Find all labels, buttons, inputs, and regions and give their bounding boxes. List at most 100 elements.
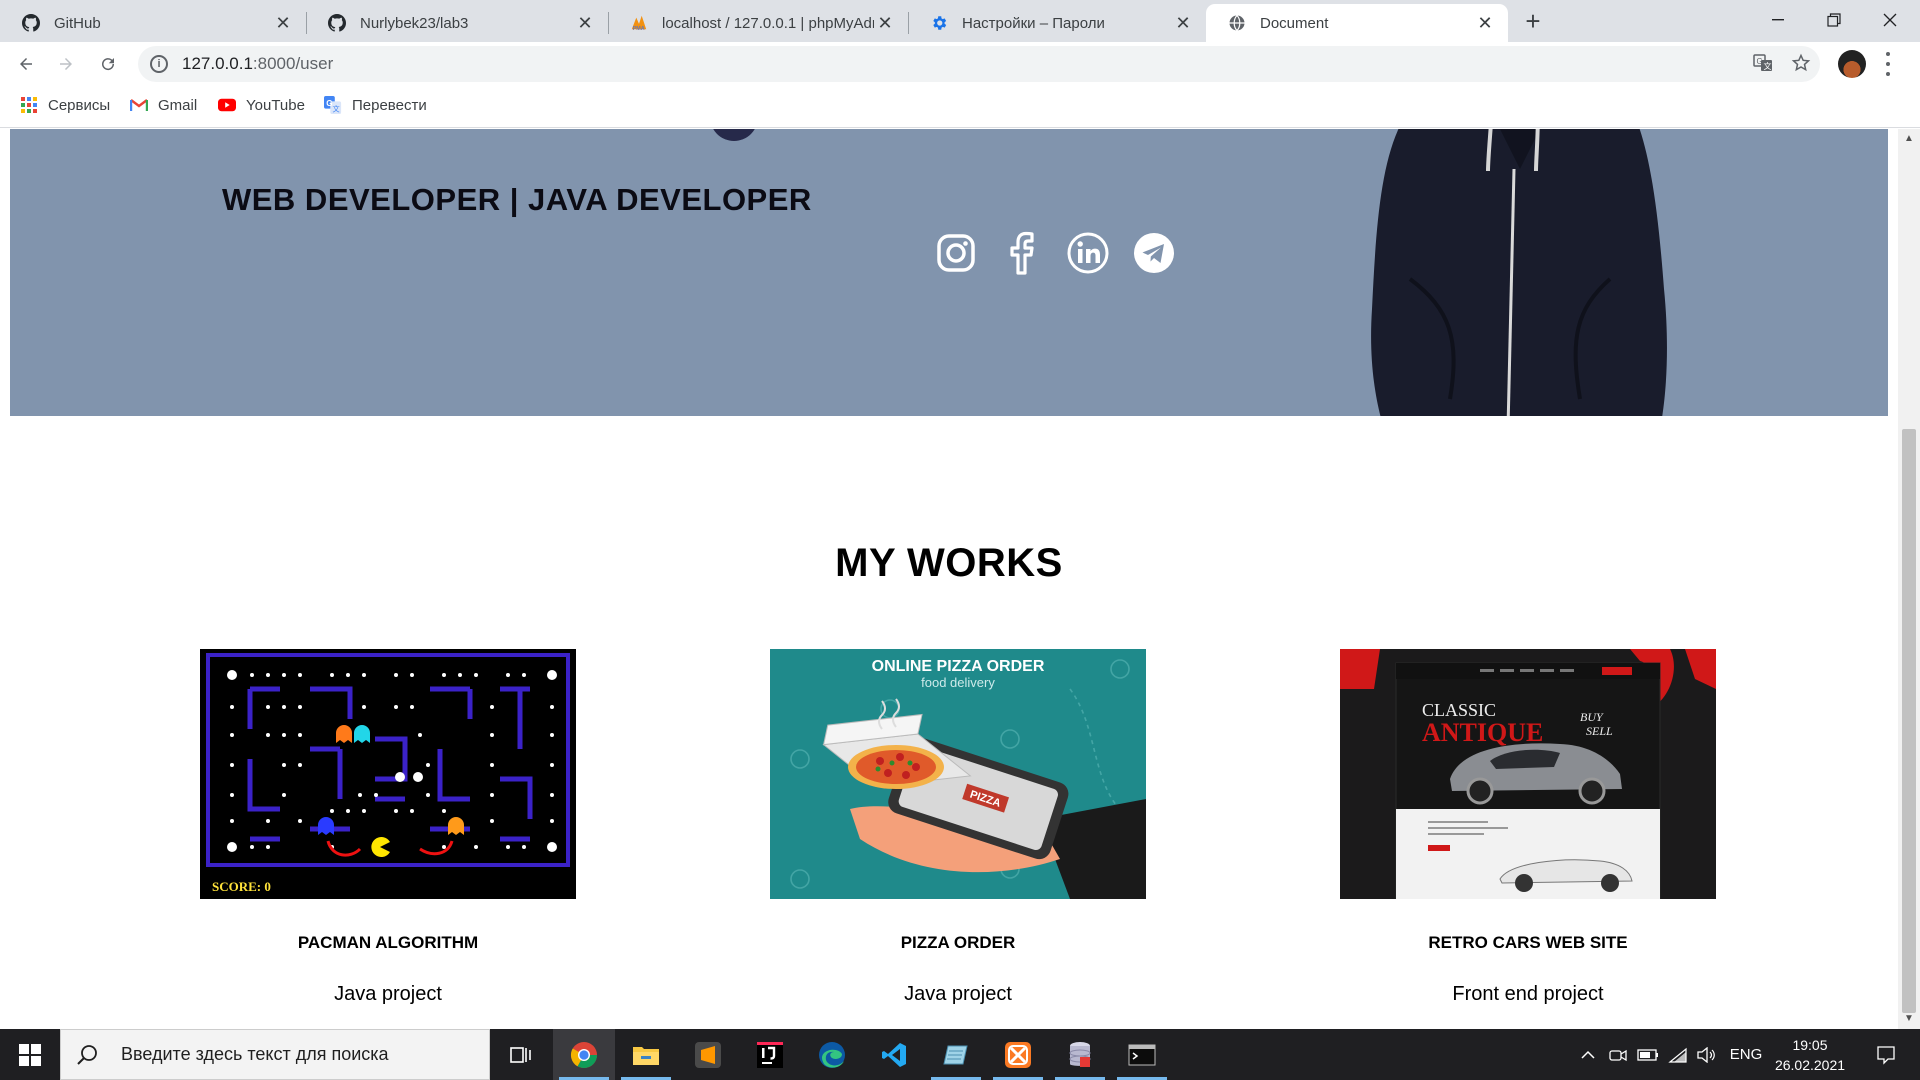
minimize-button[interactable] bbox=[1750, 0, 1806, 40]
meet-now-icon[interactable] bbox=[1604, 1029, 1632, 1080]
tab-title: GitHub bbox=[54, 14, 101, 32]
svg-text:文: 文 bbox=[1764, 61, 1772, 71]
close-icon[interactable]: ✕ bbox=[1474, 12, 1496, 34]
bookmark-label: Сервисы bbox=[48, 96, 111, 114]
work-name: PACMAN ALGORITHM bbox=[297, 933, 479, 952]
pacman-screenshot[interactable]: SCORE: 0 bbox=[200, 649, 576, 899]
file-explorer-icon[interactable] bbox=[615, 1029, 677, 1080]
bookmark-gmail[interactable]: Gmail bbox=[130, 96, 197, 114]
gmail-icon bbox=[130, 96, 148, 114]
close-icon[interactable]: ✕ bbox=[574, 12, 596, 34]
url-text: 127.0.0.1:8000/user bbox=[182, 54, 333, 74]
work-card-retro-cars[interactable]: CLASSIC ANTIQUE BUY SELL RETRO CARS WEB … bbox=[1340, 649, 1716, 1006]
bookmark-translate[interactable]: G文 Перевести bbox=[324, 96, 427, 114]
scrollbar-thumb[interactable] bbox=[1902, 429, 1916, 1013]
linkedin-icon[interactable] bbox=[1066, 231, 1110, 275]
close-icon[interactable]: ✕ bbox=[874, 12, 896, 34]
language-indicator[interactable]: ENG bbox=[1724, 1029, 1768, 1080]
task-view-icon[interactable] bbox=[490, 1029, 552, 1080]
url-path: :8000/user bbox=[252, 54, 334, 73]
work-name: PIZZA ORDER bbox=[900, 933, 1016, 952]
intellij-icon[interactable] bbox=[739, 1029, 801, 1080]
address-bar[interactable]: i 127.0.0.1:8000/user bbox=[138, 46, 1820, 82]
svg-text:G: G bbox=[326, 99, 332, 108]
show-hidden-icons-icon[interactable] bbox=[1574, 1029, 1602, 1080]
facebook-icon[interactable] bbox=[1000, 231, 1044, 275]
back-button[interactable] bbox=[10, 48, 42, 80]
translate-page-icon[interactable]: G文 bbox=[1748, 48, 1778, 78]
retro-classic-text: CLASSIC bbox=[1422, 700, 1496, 720]
windows-taskbar: Введите здесь текст для поиска ENG 19:05… bbox=[0, 1029, 1920, 1080]
scroll-down-arrow-icon[interactable]: ▼ bbox=[1904, 1013, 1914, 1024]
page-viewport: WEB DEVELOPER | JAVA DEVELOPER MY WORKS … bbox=[0, 129, 1898, 1029]
youtube-icon bbox=[218, 96, 236, 114]
sublime-text-icon[interactable] bbox=[677, 1029, 739, 1080]
bookmark-services[interactable]: Сервисы bbox=[20, 96, 110, 114]
taskbar-clock[interactable]: 19:05 26.02.2021 bbox=[1770, 1035, 1850, 1075]
bookmark-star-icon[interactable] bbox=[1786, 48, 1816, 78]
tab-title: Document bbox=[1260, 14, 1329, 32]
forward-button[interactable] bbox=[50, 48, 82, 80]
work-type: Front end project bbox=[1452, 983, 1604, 1005]
retro-buy-text: BUY bbox=[1580, 710, 1604, 724]
notifications-icon[interactable] bbox=[1866, 1029, 1906, 1080]
profile-photo bbox=[1370, 129, 1670, 416]
edge-icon[interactable] bbox=[801, 1029, 863, 1080]
wifi-icon[interactable] bbox=[1664, 1029, 1692, 1080]
hero-section: WEB DEVELOPER | JAVA DEVELOPER bbox=[10, 129, 1888, 416]
apps-grid-icon bbox=[20, 96, 38, 114]
vscode-icon[interactable] bbox=[863, 1029, 925, 1080]
clock-date: 26.02.2021 bbox=[1774, 1057, 1846, 1073]
search-placeholder: Введите здесь текст для поиска bbox=[121, 1044, 389, 1064]
page-scrollbar[interactable]: ▲ ▼ bbox=[1898, 129, 1920, 1029]
work-card-pizza[interactable]: ONLINE PIZZA ORDER food delivery PIZZA P… bbox=[770, 649, 1146, 1006]
tab-github[interactable]: GitHub ✕ bbox=[0, 4, 306, 42]
phpmyadmin-icon: PMA bbox=[630, 14, 648, 32]
pizza-image-sub: food delivery bbox=[921, 675, 995, 690]
pacman-score: SCORE: 0 bbox=[212, 879, 271, 894]
settings-gear-icon bbox=[930, 14, 948, 32]
tab-phpmyadmin[interactable]: PMA localhost / 127.0.0.1 | phpMyAdm ✕ bbox=[608, 4, 908, 42]
notepad-icon[interactable] bbox=[925, 1029, 987, 1080]
hero-heading-fragment bbox=[710, 129, 758, 141]
svg-text:PMA: PMA bbox=[633, 26, 645, 32]
work-card-pacman[interactable]: SCORE: 0 PACMAN ALGORITHM Java project bbox=[200, 649, 576, 1006]
pizza-order-illustration[interactable]: ONLINE PIZZA ORDER food delivery PIZZA bbox=[770, 649, 1146, 899]
scroll-up-arrow-icon[interactable]: ▲ bbox=[1904, 133, 1914, 144]
terminal-icon[interactable] bbox=[1111, 1029, 1173, 1080]
retro-cars-screenshot[interactable]: CLASSIC ANTIQUE BUY SELL bbox=[1340, 649, 1716, 899]
url-host: 127.0.0.1 bbox=[182, 54, 253, 73]
close-icon[interactable]: ✕ bbox=[1172, 12, 1194, 34]
xampp-icon[interactable] bbox=[987, 1029, 1049, 1080]
battery-icon[interactable] bbox=[1634, 1029, 1662, 1080]
chrome-icon[interactable] bbox=[553, 1029, 615, 1080]
telegram-icon[interactable] bbox=[1132, 231, 1176, 275]
profile-avatar[interactable] bbox=[1838, 50, 1866, 78]
windows-logo-icon bbox=[19, 1043, 41, 1066]
taskbar-search-box[interactable]: Введите здесь текст для поиска bbox=[60, 1029, 490, 1080]
tab-document[interactable]: Document ✕ bbox=[1206, 4, 1508, 42]
reload-button[interactable] bbox=[92, 48, 124, 80]
close-window-button[interactable] bbox=[1862, 0, 1918, 40]
start-button[interactable] bbox=[0, 1029, 60, 1080]
instagram-icon[interactable] bbox=[934, 231, 978, 275]
database-icon[interactable] bbox=[1049, 1029, 1111, 1080]
social-links bbox=[934, 231, 1176, 275]
works-section-title: MY WORKS bbox=[835, 541, 1063, 585]
search-icon bbox=[77, 1044, 107, 1066]
tab-lab3[interactable]: Nurlybek23/lab3 ✕ bbox=[306, 4, 608, 42]
clock-time: 19:05 bbox=[1792, 1037, 1828, 1053]
pizza-image-heading: ONLINE PIZZA ORDER bbox=[872, 658, 1045, 675]
svg-text:文: 文 bbox=[333, 104, 340, 113]
bookmarks-bar: Сервисы Gmail YouTube G文 Перевести bbox=[0, 86, 1920, 128]
volume-icon[interactable] bbox=[1692, 1029, 1720, 1080]
close-icon[interactable]: ✕ bbox=[272, 12, 294, 34]
tab-settings-passwords[interactable]: Настройки – Пароли ✕ bbox=[908, 4, 1206, 42]
globe-icon bbox=[1228, 14, 1246, 32]
work-name: RETRO CARS WEB SITE bbox=[1428, 933, 1628, 952]
restore-button[interactable] bbox=[1806, 0, 1862, 40]
chrome-menu-icon[interactable] bbox=[1884, 52, 1892, 76]
site-info-icon[interactable]: i bbox=[150, 55, 168, 73]
new-tab-button[interactable]: + bbox=[1518, 6, 1548, 36]
bookmark-youtube[interactable]: YouTube bbox=[218, 96, 305, 114]
